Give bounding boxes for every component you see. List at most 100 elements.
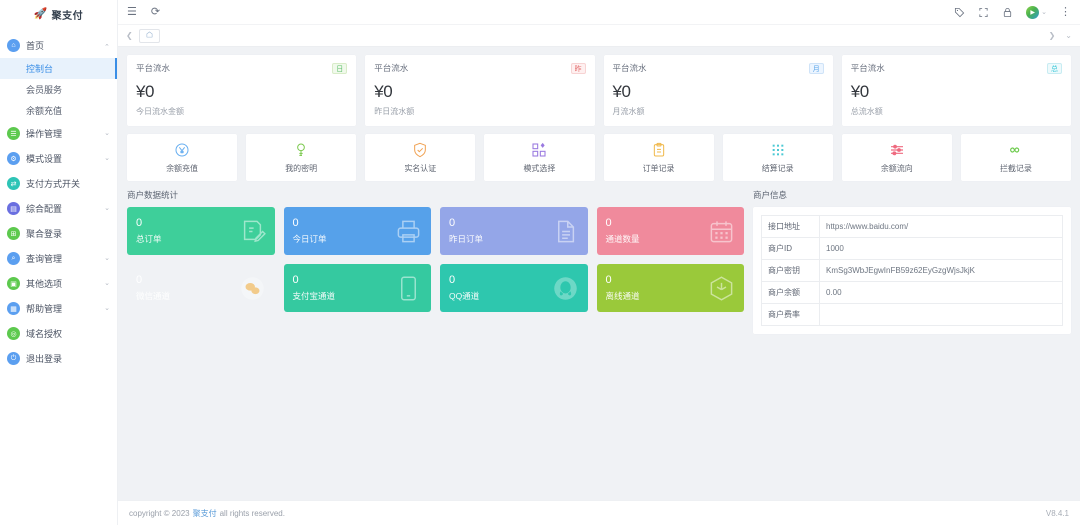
tag-icon[interactable] (954, 7, 965, 18)
tile-today-orders[interactable]: 0 今日订单 (284, 207, 432, 255)
tile-alipay-channel[interactable]: 0 支付宝通道 (284, 264, 432, 312)
row-value: https://www.baidu.com/ (820, 216, 1063, 238)
tile-value: 0 (606, 274, 640, 286)
row-key: 接口地址 (762, 216, 820, 238)
version-label: V8.4.1 (1046, 509, 1069, 518)
sidebar-item-general-config[interactable]: ▤ 综合配置 ⌄ (0, 196, 117, 221)
main-area: ☰ ⟳ (118, 0, 1080, 525)
sidebar-item-label: 支付方式开关 (26, 177, 80, 190)
tile-yesterday-orders[interactable]: 0 昨日订单 (440, 207, 588, 255)
status-badge: 总 (1047, 63, 1062, 74)
shortcut-settlement-records[interactable]: 结算记录 (723, 134, 833, 181)
row-value: KmSg3WbJEgwInFB59z62EyGzgWjsJkjK (820, 260, 1063, 282)
tile-label: 支付宝通道 (293, 290, 336, 302)
sidebar-item-operations[interactable]: ☰ 操作管理 ⌄ (0, 121, 117, 146)
sidebar-item-payment-switch[interactable]: ⇄ 支付方式开关 (0, 171, 117, 196)
sidebar-item-label: 操作管理 (26, 127, 62, 140)
sidebar-item-home[interactable]: ⌂ 首页 ⌄ (0, 33, 117, 58)
sidebar-item-other-options[interactable]: ▣ 其他选项 ⌄ (0, 271, 117, 296)
avatar-icon: ▶ (1026, 6, 1039, 19)
footer: copyright © 2023 聚支付 all rights reserved… (118, 500, 1080, 525)
stat-card: 平台流水 月 ¥0 月流水额 (604, 55, 833, 126)
sidebar-subitem-label: 控制台 (26, 62, 53, 75)
chevron-right-icon[interactable]: ❯ (1049, 31, 1056, 40)
clipboard-icon (650, 141, 667, 158)
tile-label: 今日订单 (293, 233, 327, 245)
status-badge: 日 (332, 63, 347, 74)
sidebar-item-mode-settings[interactable]: ⚙ 模式设置 ⌄ (0, 146, 117, 171)
note-pencil-icon (239, 218, 266, 245)
sidebar-subitem-balance-recharge[interactable]: 余额充值 (0, 100, 117, 121)
stat-card-sub: 今日流水金额 (136, 106, 347, 117)
shortcut-my-key[interactable]: 我的密明 (246, 134, 356, 181)
row-key: 商户费率 (762, 304, 820, 326)
chevron-down-icon[interactable]: ⌄ (1065, 31, 1072, 40)
shortcut-label: 余额流向 (881, 163, 913, 174)
sidebar-subitem-member-service[interactable]: 会员服务 (0, 79, 117, 100)
sidebar-item-help-management[interactable]: ▦ 帮助管理 ⌄ (0, 296, 117, 321)
stat-card-value: ¥0 (613, 82, 824, 102)
shortcut-label: 模式选择 (523, 163, 555, 174)
tile-value: 0 (449, 217, 483, 229)
brand-logo[interactable]: 🚀 聚支付 (0, 0, 117, 25)
sidebar-item-aggregate-login[interactable]: ⊞ 聚合登录 (0, 221, 117, 246)
shortcut-label: 订单记录 (643, 163, 675, 174)
tile-value: 0 (293, 274, 336, 286)
sidebar-item-domain-auth[interactable]: ◎ 域名授权 (0, 321, 117, 346)
shortcut-balance-recharge[interactable]: 余额充值 (127, 134, 237, 181)
row-key: 商户ID (762, 238, 820, 260)
tile-channel-count[interactable]: 0 通道数量 (597, 207, 745, 255)
fullscreen-icon[interactable] (978, 7, 989, 18)
more-vertical-icon[interactable]: ⋮ (1060, 7, 1071, 18)
shortcut-balance-flow[interactable]: 余额流向 (842, 134, 952, 181)
shortcut-order-records[interactable]: 订单记录 (604, 134, 714, 181)
stat-card: 平台流水 总 ¥0 总流水额 (842, 55, 1071, 126)
toolbar-actions: ▶ ⌄ ⋮ (954, 6, 1071, 19)
caret-down-icon: ⌄ (1041, 9, 1047, 16)
shortcut-label: 实名认证 (404, 163, 436, 174)
footer-brand-link[interactable]: 聚支付 (193, 508, 217, 519)
refresh-icon[interactable]: ⟳ (151, 7, 160, 18)
shortcut-mode-select[interactable]: 模式选择 (484, 134, 594, 181)
stat-card-sub: 总流水额 (851, 106, 1062, 117)
chevron-left-icon[interactable]: ❮ (126, 31, 133, 40)
sidebar-item-logout[interactable]: ⏻ 退出登录 (0, 346, 117, 371)
home-icon: ⌂ (7, 39, 20, 52)
shortcut-real-name-auth[interactable]: 实名认证 (365, 134, 475, 181)
shortcut-intercept-records[interactable]: 拦截记录 (961, 134, 1071, 181)
tile-label: QQ通道 (449, 290, 479, 302)
grid-squares-icon (531, 141, 548, 158)
mobile-icon (395, 275, 422, 302)
tile-qq-channel[interactable]: 0 QQ通道 (440, 264, 588, 312)
document-list-icon (552, 218, 579, 245)
panel-title: 商户数据统计 (127, 189, 744, 201)
table-row: 接口地址 https://www.baidu.com/ (762, 216, 1063, 238)
help-icon: ▦ (7, 302, 20, 315)
key-icon (293, 141, 310, 158)
tile-total-orders[interactable]: 0 总订单 (127, 207, 275, 255)
avatar[interactable]: ▶ ⌄ (1026, 6, 1047, 19)
row-key: 商户密钥 (762, 260, 820, 282)
sidebar: 🚀 聚支付 ⌂ 首页 ⌄ 控制台 会员服务 余额充值 ☰ 操作管理 ⌄ (0, 0, 118, 525)
platform-flow-cards: 平台流水 日 ¥0 今日流水金额 平台流水 昨 ¥0 昨日流水额 (127, 55, 1071, 126)
other-icon: ▣ (7, 277, 20, 290)
hamburger-icon[interactable]: ☰ (127, 7, 137, 18)
tile-wechat-channel[interactable]: 0 微信通道 (127, 264, 275, 312)
sidebar-subitem-label: 会员服务 (26, 83, 62, 96)
row-value: 0.00 (820, 282, 1063, 304)
chevron-down-icon: ⌄ (104, 205, 110, 212)
stat-card-title: 平台流水 (613, 62, 647, 74)
sidebar-item-label: 首页 (26, 39, 44, 52)
tile-label: 通道数量 (606, 233, 640, 245)
qq-penguin-icon (552, 275, 579, 302)
merchant-info-box: 接口地址 https://www.baidu.com/ 商户ID 1000 商户… (753, 207, 1071, 334)
yuan-circle-icon (174, 141, 191, 158)
sidebar-item-query-management[interactable]: ⌕ 查询管理 ⌄ (0, 246, 117, 271)
lock-icon[interactable] (1002, 7, 1013, 18)
panel-title: 商户信息 (753, 189, 1071, 201)
home-tab[interactable] (139, 29, 160, 43)
sidebar-subitem-console[interactable]: 控制台 (0, 58, 117, 79)
tile-offline-channel[interactable]: 0 离线通道 (597, 264, 745, 312)
home-tab-icon (146, 31, 153, 40)
tile-label: 昨日订单 (449, 233, 483, 245)
